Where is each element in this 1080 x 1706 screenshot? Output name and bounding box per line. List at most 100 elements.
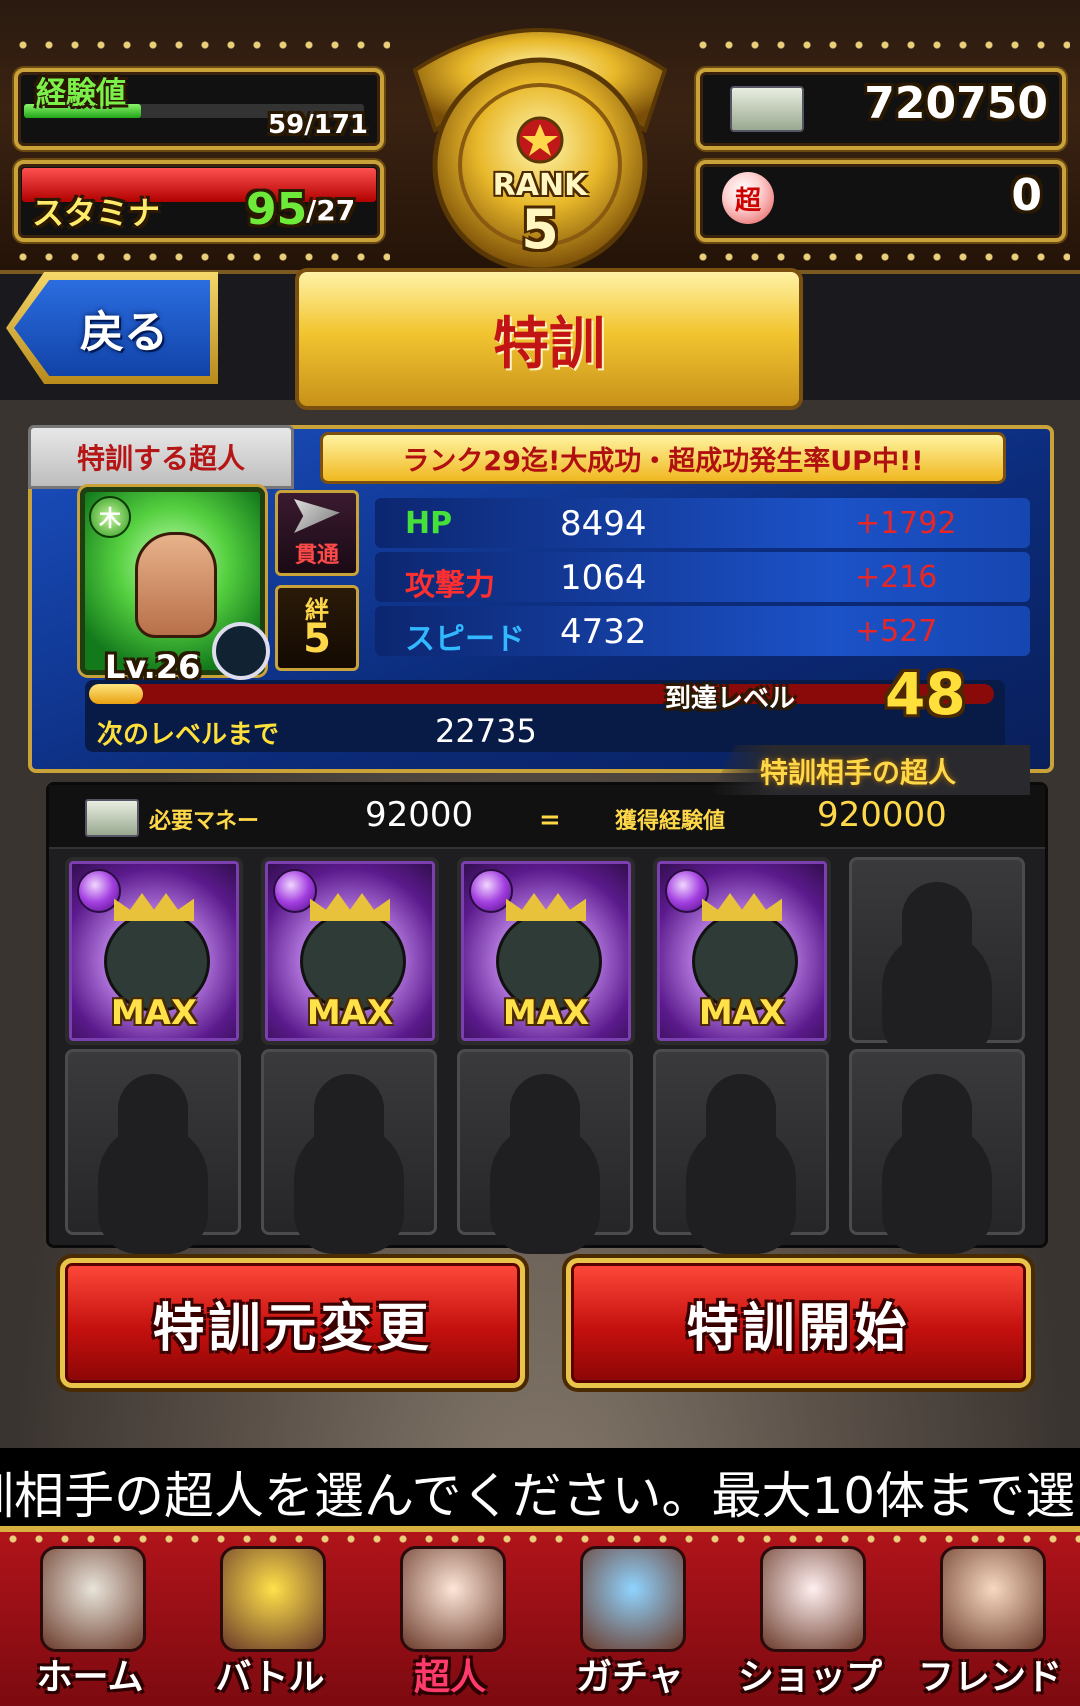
nav-item-battle[interactable]: バトル (180, 1532, 360, 1706)
wood-element-icon: 木 (89, 496, 131, 538)
super-orb-glyph: 超 (734, 185, 761, 216)
claw-icon (294, 499, 340, 533)
nav-label: バトル (215, 1657, 325, 1698)
partner-slot-empty[interactable] (849, 857, 1025, 1043)
empty-silhouette-icon (314, 1074, 384, 1164)
back-button[interactable]: 戻る (14, 280, 210, 376)
max-badge: MAX (502, 993, 590, 1033)
empty-silhouette-icon (510, 1074, 580, 1164)
rivet-strip (10, 38, 390, 52)
nav-item-shop[interactable]: ショップ (720, 1532, 900, 1706)
friend-icon (940, 1546, 1046, 1652)
stat-row-hp: HP 8494 +1792 (375, 498, 1030, 548)
nav-label: ホーム (36, 1657, 144, 1698)
nav-item-friend[interactable]: フレンド (900, 1532, 1080, 1706)
money-value: 720750 (864, 78, 1048, 129)
exp-value: 59/171 (268, 110, 368, 140)
partner-panel: 必要マネー 92000 = 獲得経験値 920000 MAX MAX MAX MAX (46, 782, 1048, 1248)
partner-slot-filled[interactable]: MAX (653, 857, 831, 1045)
partner-slot-grid: MAX MAX MAX MAX (49, 853, 1045, 1238)
rank-value: 5 (521, 198, 559, 261)
required-money-value: 92000 (365, 795, 474, 835)
battle-icon (220, 1546, 326, 1652)
level-progress-fill (89, 684, 144, 704)
exp-gauge: 経験値 59/171 (14, 68, 384, 150)
empty-silhouette-icon (902, 1074, 972, 1164)
rank-badge[interactable]: RANK 5 (395, 10, 685, 280)
level-progress-row: 到達レベル 48 次のレベルまで 22735 (85, 660, 1005, 752)
crown-icon (702, 893, 782, 921)
element-glyph: 木 (98, 507, 121, 532)
next-level-label: 次のレベルまで (97, 720, 280, 750)
reach-level-label: 到達レベル (665, 684, 796, 714)
stamina-gauge: スタミナ 95 /27 (14, 160, 384, 242)
super-orb-icon: 超 (722, 172, 774, 224)
crown-icon (310, 893, 390, 921)
max-badge: MAX (110, 993, 198, 1033)
partner-slot-empty[interactable] (653, 1049, 829, 1235)
super-currency-value: 0 (1011, 170, 1042, 221)
money-display: 720750 (696, 68, 1066, 150)
stat-row-speed: スピード 4732 +527 (375, 606, 1030, 657)
home-icon (40, 1546, 146, 1652)
rivet-strip (690, 250, 1070, 264)
stamina-current: 95 (246, 184, 308, 235)
money-icon (730, 86, 804, 132)
nav-label: 超人 (413, 1657, 486, 1698)
campaign-text: ランク29迄!大成功・超成功発生率UP中!! (402, 445, 924, 477)
page-title-banner: 特訓 (295, 268, 803, 410)
empty-silhouette-icon (118, 1074, 188, 1164)
next-level-value: 22735 (435, 712, 537, 750)
partner-tag: 特訓相手の超人 (710, 745, 1030, 795)
stat-bonus: +1792 (855, 506, 957, 541)
reach-level-value: 48 (885, 660, 966, 728)
partner-slot-empty[interactable] (261, 1049, 437, 1235)
super-currency-display: 超 0 (696, 160, 1066, 242)
money-stack-icon (85, 799, 139, 837)
nav-item-home[interactable]: ホーム (0, 1532, 180, 1706)
nav-label: ガチャ (576, 1657, 684, 1698)
penetrate-skill-badge: 貫通 (275, 490, 359, 576)
change-source-label: 特訓元変更 (152, 1298, 433, 1359)
exp-label: 経験値 (36, 76, 126, 111)
nav-label: フレンド (917, 1657, 1062, 1698)
stamina-max: /27 (306, 194, 356, 227)
start-training-label: 特訓開始 (686, 1298, 911, 1359)
equals-arrow-icon: = (539, 805, 561, 835)
bond-badge: 絆 5 (275, 585, 359, 671)
nav-label: ショップ (737, 1657, 882, 1698)
max-badge: MAX (698, 993, 786, 1033)
training-target-tag-label: 特訓する超人 (76, 442, 245, 475)
partner-slot-empty[interactable] (457, 1049, 633, 1235)
partner-tag-label: 特訓相手の超人 (760, 756, 957, 789)
campaign-banner: ランク29迄!大成功・超成功発生率UP中!! (320, 432, 1006, 484)
crown-icon (114, 893, 194, 921)
stat-value: 1064 (560, 558, 647, 598)
stat-bonus: +527 (855, 614, 938, 649)
gained-exp-label: 獲得経験値 (615, 809, 726, 834)
gained-exp-value: 920000 (817, 795, 947, 835)
partner-slot-filled[interactable]: MAX (457, 857, 635, 1045)
nav-item-gacha[interactable]: ガチャ (540, 1532, 720, 1706)
nav-item-chojin[interactable]: 超人 (360, 1532, 540, 1706)
stat-label: 攻撃力 (405, 568, 495, 603)
change-source-button[interactable]: 特訓元変更 (60, 1258, 525, 1388)
partner-slot-empty[interactable] (849, 1049, 1025, 1235)
level-progress-track (89, 684, 994, 704)
stat-bonus: +216 (855, 560, 938, 595)
instruction-ticker: 訓相手の超人を選んでください。最大10体まで選 (0, 1448, 1080, 1526)
page-title: 特訓 (493, 311, 605, 377)
stamina-label: スタミナ (32, 194, 161, 232)
partner-slot-filled[interactable]: MAX (65, 857, 243, 1045)
hero-portrait-icon (135, 532, 217, 638)
rivet-strip (690, 38, 1070, 52)
stat-row-attack: 攻撃力 1064 +216 (375, 552, 1030, 603)
partner-slot-filled[interactable]: MAX (261, 857, 439, 1045)
rivet-strip (10, 250, 390, 264)
shop-icon (760, 1546, 866, 1652)
partner-slot-empty[interactable] (65, 1049, 241, 1235)
crown-icon (506, 893, 586, 921)
hero-card[interactable]: 木 Lv.26 (80, 487, 270, 686)
start-training-button[interactable]: 特訓開始 (566, 1258, 1031, 1388)
empty-silhouette-icon (902, 882, 972, 972)
